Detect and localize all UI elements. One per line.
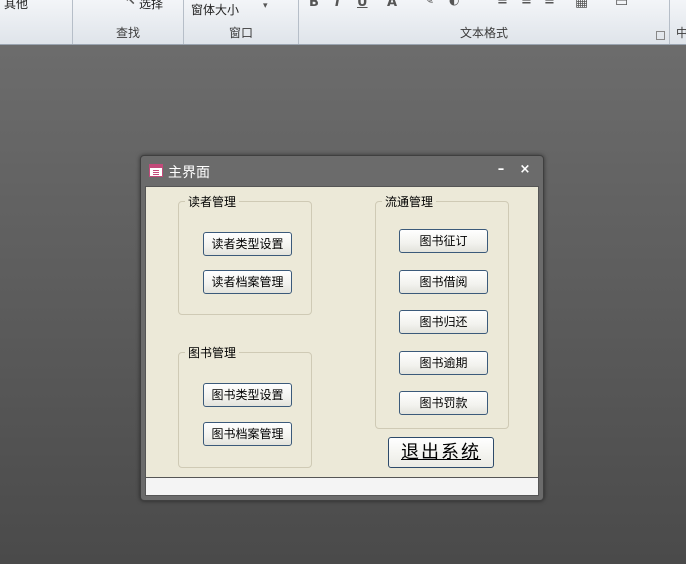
book-management-group: 图书管理 图书类型设置 图书档案管理 <box>178 344 312 468</box>
reader-management-legend: 读者管理 <box>185 193 240 210</box>
alternate-row-color-icon[interactable]: ▭ <box>615 0 628 10</box>
dialog-launcher-icon[interactable] <box>656 31 665 40</box>
book-overdue-button[interactable]: 图书逾期 <box>399 351 488 375</box>
reader-records-button[interactable]: 读者档案管理 <box>203 270 292 294</box>
book-type-settings-button[interactable]: 图书类型设置 <box>203 383 292 407</box>
book-management-legend: 图书管理 <box>185 344 240 361</box>
reader-type-settings-button[interactable]: 读者类型设置 <box>203 232 292 256</box>
ribbon-group-chinese: 中 <box>670 0 686 44</box>
form-client-area: 读者管理 读者类型设置 读者档案管理 图书管理 图书类型设置 图书档案管理 流通… <box>145 186 539 478</box>
select-button[interactable]: 选择 <box>139 0 163 12</box>
form-icon <box>149 164 163 177</box>
align-left-icon[interactable]: ≡ <box>497 0 508 8</box>
underline-icon[interactable]: U <box>357 0 368 10</box>
window-size-button[interactable]: 窗体大小 <box>191 1 239 18</box>
other-button[interactable]: 其他 <box>4 0 28 12</box>
exit-system-button[interactable]: 退出系统 <box>388 437 494 468</box>
ribbon-group-other: 其他 <box>0 0 73 44</box>
find-group-label: 查找 <box>115 26 140 40</box>
ribbon-group-find: ↖ 选择 查找 <box>73 0 184 44</box>
highlight-icon[interactable]: ✎ <box>424 0 434 7</box>
form-title-bar[interactable]: 主界面 – × <box>141 156 543 186</box>
align-right-icon[interactable]: ≡ <box>544 0 555 8</box>
book-borrow-button[interactable]: 图书借阅 <box>399 270 488 294</box>
circulation-management-legend: 流通管理 <box>382 193 437 210</box>
bold-icon[interactable]: B <box>309 0 319 10</box>
circulation-management-group: 流通管理 图书征订 图书借阅 图书归还 图书逾期 图书罚款 <box>375 193 509 429</box>
dropdown-arrow-icon[interactable]: ▾ <box>263 1 268 11</box>
book-records-button[interactable]: 图书档案管理 <box>203 422 292 446</box>
form-title: 主界面 <box>168 165 210 181</box>
minimize-button[interactable]: – <box>493 162 509 178</box>
ribbon: 其他 ↖ 选择 查找 窗体大小 ▾ 窗口 B I U A ✎ ◐ ≡ ≡ ≡ ▦… <box>0 0 686 45</box>
gridlines-icon[interactable]: ▦ <box>575 0 588 10</box>
italic-icon[interactable]: I <box>335 0 340 10</box>
close-button[interactable]: × <box>517 162 533 178</box>
fill-color-icon[interactable]: ◐ <box>449 0 459 7</box>
book-fine-button[interactable]: 图书罚款 <box>399 391 488 415</box>
book-subscription-button[interactable]: 图书征订 <box>399 229 488 253</box>
ribbon-group-window: 窗体大小 ▾ 窗口 <box>184 0 299 44</box>
form-footer <box>145 478 539 496</box>
ribbon-group-text-format: B I U A ✎ ◐ ≡ ≡ ≡ ▦ ▭ 文本格式 <box>299 0 670 44</box>
chinese-group-label: 中 <box>676 24 686 41</box>
font-color-icon[interactable]: A <box>387 0 397 10</box>
cursor-icon: ↖ <box>125 0 136 9</box>
align-center-icon[interactable]: ≡ <box>521 0 532 8</box>
main-form-window: 主界面 – × 读者管理 读者类型设置 读者档案管理 图书管理 图书类型设置 图… <box>140 155 544 501</box>
book-return-button[interactable]: 图书归还 <box>399 310 488 334</box>
text-format-group-label: 文本格式 <box>459 26 508 40</box>
reader-management-group: 读者管理 读者类型设置 读者档案管理 <box>178 193 312 315</box>
window-group-label: 窗口 <box>228 26 253 40</box>
